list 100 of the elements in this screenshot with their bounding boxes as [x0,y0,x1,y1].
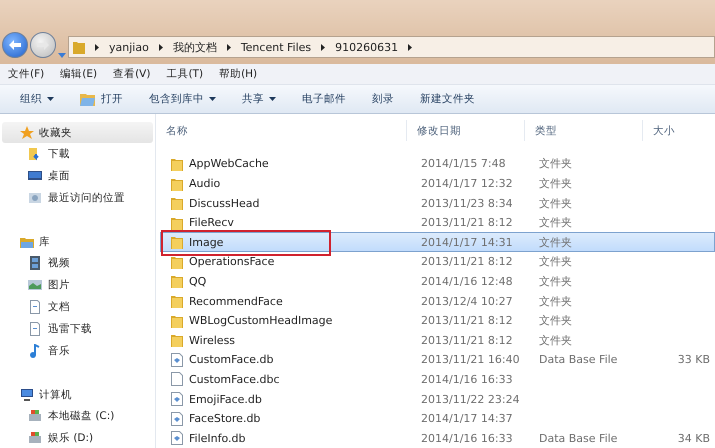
sidebar-item[interactable]: 收藏夹 [2,122,153,143]
breadcrumb[interactable]: yanjiao [109,40,149,54]
date-cell-text: 2013/11/21 8:12 [420,334,514,347]
date-cell-text: 2013/11/21 16:40 [420,353,521,366]
image-icon [28,278,42,292]
breadcrumb[interactable]: 910260631 [335,40,398,54]
caret-icon [269,97,276,101]
date-cell-text: 2013/12/4 10:27 [420,294,514,308]
sidebar-item[interactable]: 图片 [0,274,155,296]
toolbar-button[interactable]: 共享 [236,90,282,108]
column-header[interactable]: 名称 [156,120,406,142]
sidebar-item[interactable]: 迅雷下载 [0,318,155,340]
file-row[interactable]: RecommendFace 2013/12/4 10:27 文件夹 [160,291,715,311]
sidebar-item[interactable]: 本地磁盘 (C:) [0,405,155,427]
file-name: Wireless [189,334,236,347]
file-row[interactable]: AppWebCache 2014/1/15 7:48 文件夹 [160,154,715,174]
star-icon [20,126,34,140]
date-cell-text: 2013/11/21 8:12 [420,255,514,268]
file-row[interactable]: FileInfo.db 2014/1/16 16:33 Data Base File 34 KB [160,428,715,448]
chevron-icon [408,44,412,50]
toolbar-button[interactable]: 刻录 [366,90,400,108]
file-row[interactable]: WBLogCustomHeadImage 2013/11/21 8:12 文件夹 [160,310,715,330]
sidebar-item[interactable]: 计算机 [2,384,153,405]
date-cell-text: 2014/1/17 12:32 [420,177,514,190]
date-cell-text: 2014/1/17 14:37 [420,412,514,426]
folder-icon [171,294,183,308]
folder-icon [171,176,183,190]
file-row[interactable]: FileRecv 2013/11/21 8:12 文件夹 [160,212,715,232]
date-cell-text: 2013/11/23 8:34 [420,196,514,210]
file-row[interactable]: QQ 2014/1/16 12:48 文件夹 [160,272,715,292]
file-name: RecommendFace [189,294,283,308]
drive-icon [28,431,42,445]
sidebar-item[interactable]: 娱乐 (D:) [0,427,155,448]
file-name: FileRecv [189,216,234,230]
folder-icon [73,40,85,54]
toolbar-button[interactable]: 新建文件夹 [414,90,481,108]
type-cell-text: 文件夹 [538,294,573,309]
file-icon [171,352,183,367]
file-name: FileInfo.db [189,432,246,445]
folder-icon [171,235,183,250]
menu-item[interactable]: 文件(F) [8,67,44,81]
sidebar-item[interactable]: 音乐 [0,340,155,362]
column-header[interactable]: 修改日期 [406,120,524,142]
type-cell-text: 文件夹 [538,196,573,211]
sidebar-item[interactable]: 库 [2,231,153,252]
breadcrumb[interactable]: 我的文档 [172,40,217,54]
back-button[interactable] [2,32,28,58]
menu-item[interactable]: 工具(T) [166,67,204,81]
sidebar-item[interactable]: 文档 [0,296,155,318]
file-name: CustomFace.dbc [189,372,280,386]
file-row[interactable]: FaceStore.db 2014/1/17 14:37 [160,408,715,428]
file-name: AppWebCache [189,157,269,170]
sidebar-item[interactable]: 桌面 [0,165,155,187]
file-name: OperationsFace [189,255,274,268]
caret-icon [209,97,216,101]
file-icon [171,392,183,406]
type-cell-text: 文件夹 [538,274,573,289]
toolbar-button[interactable]: 包含到库中 [143,90,222,108]
type-cell-text: Data Base File [538,353,618,366]
file-row[interactable]: Audio 2014/1/17 12:32 文件夹 [160,174,715,194]
file-name: CustomFace.db [189,353,274,366]
size-cell-text: 34 KB [676,432,711,445]
sidebar-item[interactable]: 视频 [0,252,155,274]
forward-button[interactable] [30,32,56,58]
folder-icon [171,274,183,288]
folder-icon [171,314,183,328]
file-row[interactable]: DiscussHead 2013/11/23 8:34 文件夹 [160,193,715,213]
file-row[interactable]: EmojiFace.db 2013/11/22 23:24 [160,389,715,409]
recent-places-icon [28,191,42,205]
date-cell-text: 2014/1/16 12:48 [420,274,514,288]
file-row[interactable]: CustomFace.dbc 2014/1/16 16:33 [160,370,715,390]
type-cell-text: 文件夹 [538,234,573,250]
menu-item[interactable]: 查看(V) [113,67,150,81]
menu-item[interactable]: 帮助(H) [219,67,258,81]
date-cell-text: 2013/11/21 8:12 [420,314,514,328]
music-note-icon [28,344,42,358]
file-row[interactable]: OperationsFace 2013/11/21 8:12 文件夹 [160,252,715,272]
caret-icon [47,97,54,101]
address-bar[interactable]: yanjiao 我的文档 Tencent Files 910260631 [68,36,715,58]
breadcrumb[interactable]: Tencent Files [240,40,312,54]
file-row[interactable]: CustomFace.db 2013/11/21 16:40 Data Base File 33 KB [160,350,715,370]
date-cell-text: 2013/11/21 8:12 [420,216,514,230]
menu-item[interactable]: 编辑(E) [60,67,98,81]
date-cell-text: 2013/11/22 23:24 [420,392,521,406]
toolbar-button[interactable]: 打开 [74,90,129,108]
folder-icon [171,196,183,210]
drive-icon [28,409,42,423]
type-cell-text: 文件夹 [538,156,573,172]
toolbar-button[interactable]: 电子邮件 [296,90,352,108]
type-cell-text: 文件夹 [538,313,573,328]
file-row[interactable]: Wireless 2013/11/21 8:12 文件夹 [160,330,715,350]
column-header[interactable]: 大小 [642,120,715,142]
folder-icon [171,216,183,230]
document-icon [28,300,42,314]
folder-icon [171,254,183,269]
sidebar-item[interactable]: 最近访问的位置 [0,187,155,209]
column-header[interactable]: 类型 [524,120,642,142]
toolbar-button[interactable]: 组织 [14,90,60,108]
sidebar-item[interactable]: 下載 [0,143,155,165]
date-cell-text: 2014/1/15 7:48 [420,157,507,170]
